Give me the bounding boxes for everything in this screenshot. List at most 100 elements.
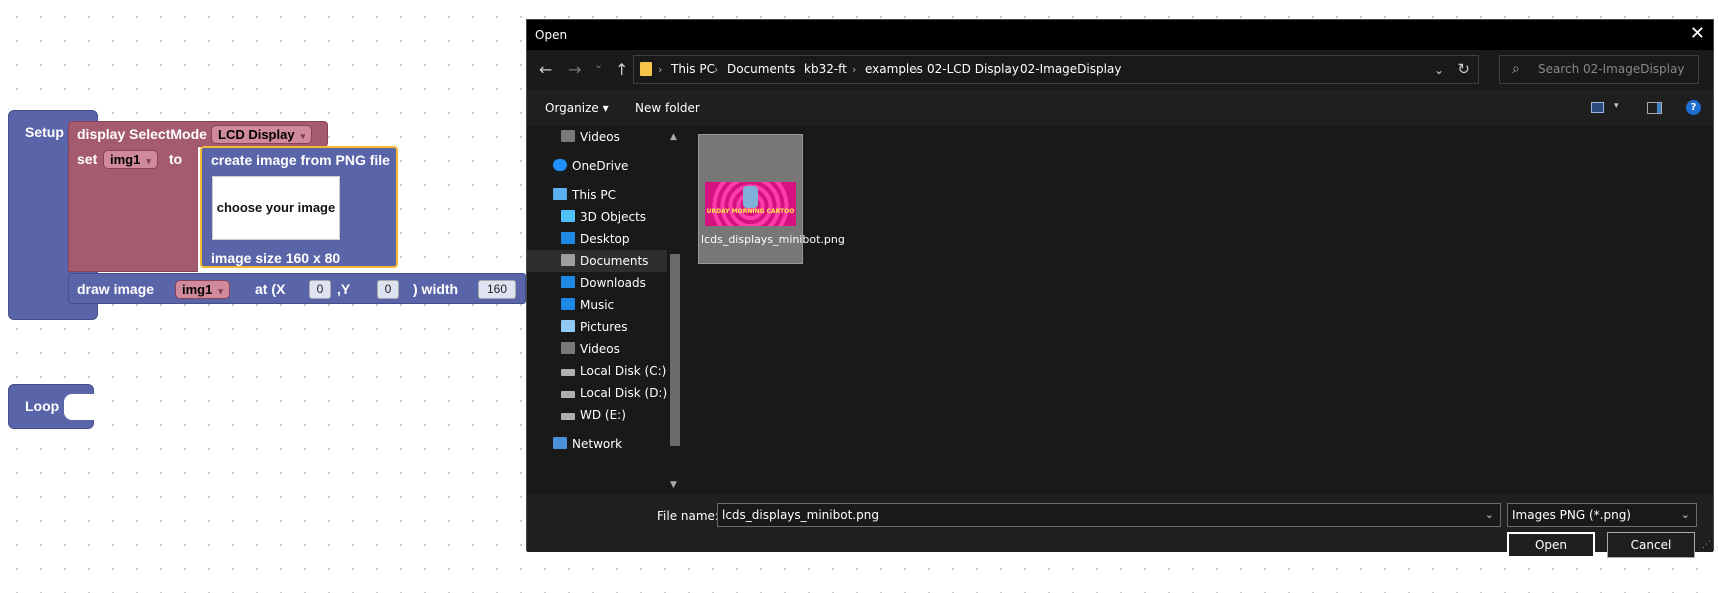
file-item[interactable]: URDAY MORNING CARTOO lcds_displays_minib… [698,134,845,264]
view-mode-icon[interactable] [1591,102,1604,113]
file-name-label: File name: [657,509,719,523]
breadcrumb-separator: › [852,63,857,76]
pc-icon [553,188,567,200]
file-thumbnail: URDAY MORNING CARTOO [705,182,796,226]
forward-arrow-icon[interactable]: → [568,60,581,79]
organize-button[interactable]: Organize ▾ [545,101,609,115]
x-value-field[interactable]: 0 [309,280,331,299]
nav-item-videos-pc[interactable]: Videos [561,338,620,360]
breadcrumb-separator: › [1007,63,1012,76]
address-bar[interactable]: › This PC › Documents › kb32-ft › exampl… [633,55,1479,84]
chevron-down-icon[interactable]: ⌄ [1485,504,1494,526]
nav-item-label: This PC [572,188,616,202]
toolbar: Organize ▾ New folder ▾ ? [527,90,1713,126]
refresh-icon[interactable]: ↻ [1457,56,1470,83]
file-name-input[interactable]: lcds_displays_minibot.png ⌄ [717,503,1501,527]
y-value-field[interactable]: 0 [377,280,399,299]
width-label: ) width [413,281,459,297]
nav-item-onedrive[interactable]: OneDrive [553,155,628,177]
set-variable-value: img1 [110,152,141,167]
videos-icon [561,130,575,142]
scroll-down-icon[interactable]: ▼ [670,480,677,490]
nav-item-desktop[interactable]: Desktop [561,228,630,250]
draw-variable-value: img1 [182,282,213,297]
resize-grip-icon[interactable]: ⋰ [1702,540,1711,550]
breadcrumb-image-display[interactable]: 02-ImageDisplay [1020,56,1121,83]
desktop-icon [561,232,575,244]
view-mode-caret-icon[interactable]: ▾ [1614,101,1619,111]
loop-statement-slot [64,394,94,420]
network-icon [553,437,567,449]
breadcrumb-documents[interactable]: Documents [727,56,795,83]
draw-image-block[interactable]: draw image img1 ▾ at (X 0 ,Y 0 ) width 16… [68,273,526,304]
nav-item-music[interactable]: Music [561,294,614,316]
choose-image-button[interactable]: choose your image [212,176,340,240]
drive-icon [561,369,575,376]
display-mode-value: LCD Display [218,127,295,142]
nav-item-3d-objects[interactable]: 3D Objects [561,206,646,228]
display-select-mode-block[interactable]: display SelectMode LCD Display ▾ [68,121,328,147]
nav-item-videos[interactable]: Videos [561,126,620,148]
nav-item-label: Videos [580,342,620,356]
nav-item-label: Local Disk (C:) [580,364,667,378]
breadcrumb-kb32-ft[interactable]: kb32-ft [804,56,847,83]
set-label: set [77,151,98,167]
navigation-bar: ← → ⌄ ↑ › This PC › Documents › kb32-ft … [527,50,1713,90]
breadcrumb-separator: › [914,63,919,76]
breadcrumb-this-pc[interactable]: This PC [671,56,715,83]
set-variable-block[interactable]: set img1 ▾ to [68,146,198,272]
videos-icon [561,342,575,354]
draw-variable-dropdown[interactable]: img1 ▾ [175,280,230,299]
search-input[interactable]: ⌕ Search 02-ImageDisplay [1499,55,1699,84]
width-value-field[interactable]: 160 [478,280,516,299]
address-dropdown-icon[interactable]: ⌄ [1434,57,1444,84]
nav-item-wd-e[interactable]: WD (E:) [561,404,626,426]
nav-item-label: Network [572,437,623,451]
file-name: lcds_displays_minibot.png [701,233,845,246]
thumbnail-text: URDAY MORNING CARTOO [706,208,795,215]
breadcrumb-separator: › [714,63,719,76]
drive-icon [561,413,575,420]
search-placeholder: Search 02-ImageDisplay [1538,62,1685,76]
close-icon[interactable]: ✕ [1690,23,1705,44]
set-variable-dropdown[interactable]: img1 ▾ [103,150,158,169]
nav-item-local-disk-d[interactable]: Local Disk (D:) [561,382,667,404]
nav-item-downloads[interactable]: Downloads [561,272,646,294]
nav-item-label: Music [580,298,615,312]
nav-item-local-disk-c[interactable]: Local Disk (C:) [561,360,666,382]
scroll-thumb[interactable] [670,254,680,446]
preview-pane-icon[interactable] [1647,102,1662,114]
new-folder-button[interactable]: New folder [635,101,700,115]
nav-item-label: OneDrive [572,159,629,173]
loop-block[interactable]: Loop [8,384,94,429]
nav-item-label: 3D Objects [580,210,647,224]
nav-item-documents[interactable]: Documents [527,250,667,272]
cancel-button[interactable]: Cancel [1607,532,1695,558]
help-icon[interactable]: ? [1686,100,1701,115]
display-select-label: display SelectMode [77,126,207,142]
nav-item-label: Local Disk (D:) [580,386,668,400]
open-button[interactable]: Open [1507,532,1595,558]
file-type-select[interactable]: Images PNG (*.png) ⌄ [1507,503,1697,527]
navigation-scrollbar[interactable]: ▲ ▼ [667,126,683,494]
image-size-label: image size 160 x 80 [211,250,341,266]
nav-item-label: Downloads [580,276,646,290]
chevron-down-icon[interactable]: ⌄ [1681,504,1690,526]
scroll-up-icon[interactable]: ▲ [670,132,677,142]
recent-locations-icon[interactable]: ⌄ [594,58,603,71]
pictures-icon [561,320,575,332]
loop-label: Loop [25,398,60,414]
nav-item-this-pc[interactable]: This PC [553,184,616,206]
nav-item-label: Documents [580,254,649,268]
nav-item-network[interactable]: Network [553,433,622,455]
up-arrow-icon[interactable]: ↑ [615,60,628,79]
nav-item-pictures[interactable]: Pictures [561,316,628,338]
onedrive-icon [553,159,567,171]
3d-objects-icon [561,210,575,222]
png-image-block[interactable]: create image from PNG file choose your i… [200,146,398,268]
display-mode-dropdown[interactable]: LCD Display ▾ [211,125,313,144]
breadcrumb-lcd-display[interactable]: 02-LCD Display [927,56,1019,83]
back-arrow-icon[interactable]: ← [539,60,552,79]
setup-label: Setup [25,124,64,140]
file-name-value: lcds_displays_minibot.png [722,508,879,522]
